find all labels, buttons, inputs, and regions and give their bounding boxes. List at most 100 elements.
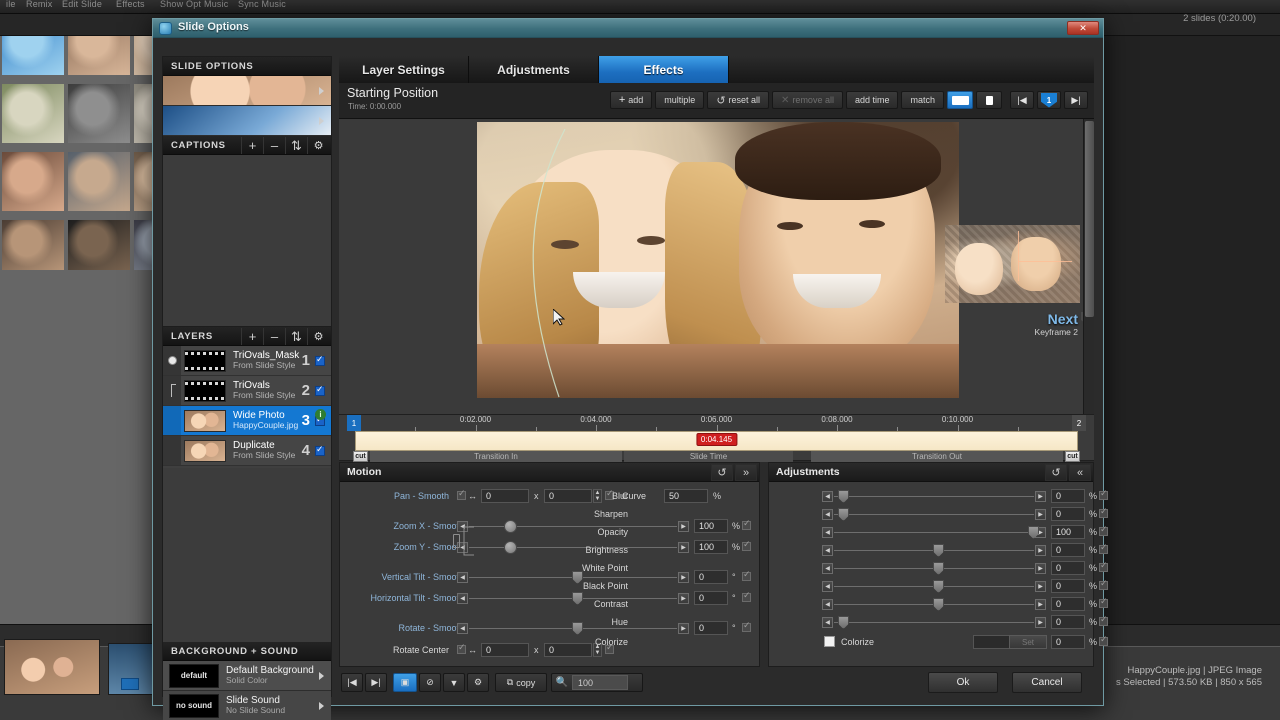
zoom-y-enabled-checkbox[interactable] [742,542,751,551]
captions-reorder-button[interactable]: ⇅ [285,137,307,154]
brightness-decrease-button[interactable]: ◀ [822,545,833,556]
captions-list[interactable] [163,155,331,327]
vertical-tilt-enabled-checkbox[interactable] [742,572,751,581]
slide-style-row[interactable]: Slide Style Double Zoom R to L Lines [163,106,331,136]
keyframe-timeline[interactable]: 1 2 0:02.0000:04.0000:06.0000:08.0000:10… [339,415,1094,461]
zoom-control[interactable]: 🔍 100 [551,673,643,692]
black-point-increase-button[interactable]: ▶ [1035,581,1046,592]
remove-all-button[interactable]: ✕ remove all [772,91,843,109]
reset-all-button[interactable]: ↺ reset all [707,91,769,109]
opacity-enabled-checkbox[interactable] [1099,527,1108,536]
motion-expand-icon[interactable]: » [735,464,757,481]
contrast-increase-button[interactable]: ▶ [1035,599,1046,610]
zoom-input[interactable]: 100 [572,675,628,690]
default-background-row[interactable]: default Default Background Solid Color [163,661,331,691]
zoom-x-handle[interactable] [504,520,517,533]
next-slide-button[interactable]: ▶| [365,673,387,692]
pan-x-input[interactable]: 0 [481,489,529,503]
opacity-value-input[interactable]: 100 [1051,525,1085,539]
pan-enabled-checkbox[interactable] [457,491,466,500]
background-menubar[interactable]: ile Remix Edit Slide Effects Show Opt Mu… [0,0,1280,14]
layer-visibility-radio[interactable] [168,356,177,365]
zoom-y-value-input[interactable]: 100 [694,540,728,554]
white-point-decrease-button[interactable]: ◀ [822,563,833,574]
multiple-button[interactable]: multiple [655,91,704,109]
hue-enabled-checkbox[interactable] [1099,617,1108,626]
motion-reset-icon[interactable]: ↺ [711,464,733,481]
view-split-icon[interactable] [976,91,1002,109]
filmstrip-item[interactable] [2,220,64,270]
vertical-tilt-value-input[interactable]: 0 [694,570,728,584]
slide-time-segment[interactable]: Slide Time [624,451,793,462]
horizontal-tilt-enabled-checkbox[interactable] [742,593,751,602]
add-time-button[interactable]: add time [846,91,899,109]
sharpen-handle[interactable] [838,508,849,521]
opacity-track[interactable] [834,532,1034,533]
black-point-enabled-checkbox[interactable] [1099,581,1108,590]
match-button[interactable]: match [901,91,944,109]
add-keyframe-button[interactable]: + add [610,91,652,109]
no-preview-button[interactable]: ⊘ [419,673,441,692]
layers-add-button[interactable]: + [241,328,263,345]
rotate-enabled-checkbox[interactable] [742,623,751,632]
rotate-decrease-button[interactable]: ◀ [457,623,468,634]
next-keyframe-label-group[interactable]: Next 2 Keyframe 2 [1035,311,1078,337]
blur-decrease-button[interactable]: ◀ [822,491,833,502]
zoom-xy-link-toggle[interactable] [453,534,460,548]
fullscreen-button[interactable]: ▣ [393,673,417,692]
adjustments-reset-icon[interactable]: ↺ [1045,464,1067,481]
black-point-handle[interactable] [933,580,944,593]
filmstrip-item[interactable]: reaststr... [2,36,64,75]
preview-stage[interactable]: Next 2 Keyframe 2 [339,119,1094,415]
filmstrip-panel[interactable]: reaststr...GroupOfCheerf...Young...dpare… [0,36,160,624]
layers-settings-gear-icon[interactable]: ⚙ [307,328,329,345]
layer-row[interactable]: TriOvals_MaskFrom Slide Style1 [163,346,331,376]
close-icon[interactable]: ✕ [1067,21,1099,35]
brightness-value-input[interactable]: 0 [1051,543,1085,557]
blur-handle[interactable] [838,490,849,503]
layer-enabled-checkbox[interactable] [315,356,325,366]
layers-remove-button[interactable]: – [263,328,285,345]
rotate-center-enabled-checkbox[interactable] [457,645,466,654]
transition-in-segment[interactable]: Transition In [370,451,622,462]
colorize-set-button[interactable]: Set [1009,635,1047,649]
settings-gear-icon[interactable]: ⚙ [467,673,489,692]
zoom-x-increase-button[interactable]: ▶ [678,521,689,532]
filmstrip-item[interactable]: GroupOfCheerf... [68,36,130,75]
cancel-button[interactable]: Cancel [1012,672,1082,693]
layer-enabled-checkbox[interactable] [315,446,325,456]
rotate-center-x-input[interactable]: 0 [481,643,529,657]
slide-sound-row[interactable]: no sound Slide Sound No Slide Sound [163,691,331,720]
layer-row[interactable]: TriOvalsFrom Slide Style2 [163,376,331,406]
colorize-checkbox[interactable] [824,636,835,647]
contrast-enabled-checkbox[interactable] [1099,599,1108,608]
filmstrip-item[interactable]: AsianMaleSenio... [68,84,130,143]
layer-row[interactable]: DuplicateFrom Slide Style4 [163,436,331,466]
sharpen-value-input[interactable]: 0 [1051,507,1085,521]
menu-item-show-opt[interactable]: Show Opt [160,0,201,9]
ok-button[interactable]: Ok [928,672,998,693]
captions-remove-button[interactable]: – [263,137,285,154]
horizontal-tilt-value-input[interactable]: 0 [694,591,728,605]
layer-info-icon[interactable]: i [315,409,326,420]
hue-value-input[interactable]: 0 [1051,615,1085,629]
filmstrip-item[interactable] [68,220,130,270]
menu-item-effects[interactable]: Effects [116,0,145,9]
zoom-y-increase-button[interactable]: ▶ [678,542,689,553]
contrast-value-input[interactable]: 0 [1051,597,1085,611]
layer-enabled-checkbox[interactable] [315,386,325,396]
layers-list[interactable]: TriOvals_MaskFrom Slide Style1TriOvalsFr… [163,346,331,468]
white-point-enabled-checkbox[interactable] [1099,563,1108,572]
blur-value-input[interactable]: 0 [1051,489,1085,503]
menu-item-edit-slide[interactable]: Edit Slide [62,0,102,9]
zoom-y-handle[interactable] [504,541,517,554]
cut-out-button[interactable]: cut [1065,451,1080,462]
curve-input[interactable]: 50 [664,489,708,503]
filmstrip-item[interactable]: 0fAGirl.jpg [2,152,64,211]
mask-button[interactable]: ▼ [443,673,465,692]
stage-scrollbar[interactable] [1083,119,1094,414]
layers-reorder-button[interactable]: ⇅ [285,328,307,345]
hue-decrease-button[interactable]: ◀ [822,617,833,628]
hue-handle[interactable] [838,616,849,629]
white-point-value-input[interactable]: 0 [1051,561,1085,575]
